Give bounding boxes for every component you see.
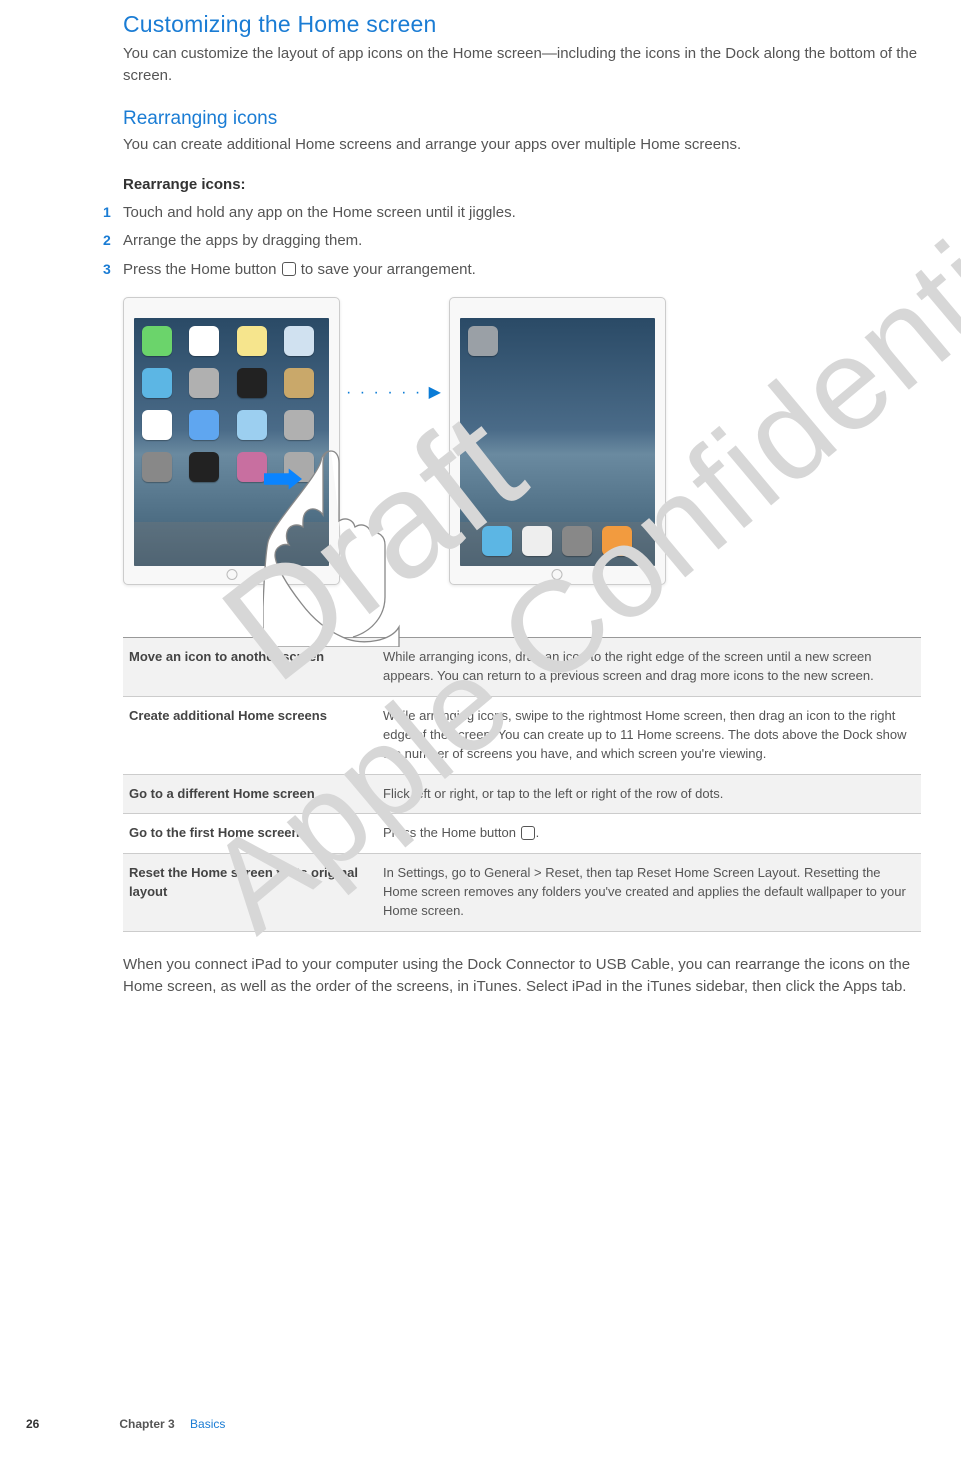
page-number: 26 bbox=[26, 1416, 116, 1433]
table-row: Create additional Home screensWhile arra… bbox=[123, 697, 921, 775]
table-key: Reset the Home screen to its original la… bbox=[123, 854, 377, 932]
home-button-icon bbox=[282, 262, 296, 276]
table-value: While arranging icons, swipe to the righ… bbox=[377, 697, 921, 775]
table-value: Flick left or right, or tap to the left … bbox=[377, 774, 921, 814]
table-key: Go to a different Home screen bbox=[123, 774, 377, 814]
table-value: In Settings, go to General > Reset, then… bbox=[377, 854, 921, 932]
step-1-text: Touch and hold any app on the Home scree… bbox=[123, 204, 516, 221]
page-footer: 26 Chapter 3 Basics bbox=[26, 1416, 846, 1433]
paragraph-after-table: When you connect iPad to your computer u… bbox=[123, 954, 921, 998]
chapter-label: Chapter 3 bbox=[119, 1417, 174, 1431]
table-key: Create additional Home screens bbox=[123, 697, 377, 775]
table-row: Go to the first Home screenPress the Hom… bbox=[123, 814, 921, 854]
table-key: Go to the first Home screen bbox=[123, 814, 377, 854]
step-2: 2Arrange the apps by dragging them. bbox=[123, 230, 921, 253]
ipad-right bbox=[449, 297, 666, 585]
table-row: Go to a different Home screenFlick left … bbox=[123, 774, 921, 814]
body-customizing: You can customize the layout of app icon… bbox=[123, 43, 921, 87]
table-value: Press the Home button . bbox=[377, 814, 921, 854]
step-1: 1Touch and hold any app on the Home scre… bbox=[123, 202, 921, 225]
table-row: Move an icon to another screenWhile arra… bbox=[123, 638, 921, 697]
ipad-left bbox=[123, 297, 340, 585]
steps-label: Rearrange icons: bbox=[123, 174, 921, 196]
heading-rearranging: Rearranging icons bbox=[123, 105, 921, 133]
table-value: While arranging icons, drag an icon to t… bbox=[377, 638, 921, 697]
dotted-arrow-icon: · · · · · · ▶ bbox=[346, 381, 443, 404]
figure-rearrange: · · · · · · ▶ bbox=[123, 297, 921, 607]
step-num-3: 3 bbox=[103, 259, 111, 280]
step-num-2: 2 bbox=[103, 230, 111, 251]
features-table: Move an icon to another screenWhile arra… bbox=[123, 637, 921, 931]
step-2-text: Arrange the apps by dragging them. bbox=[123, 232, 362, 249]
body-rearranging: You can create additional Home screens a… bbox=[123, 134, 921, 156]
home-button-icon bbox=[521, 826, 535, 840]
step-3: 3Press the Home button to save your arra… bbox=[123, 259, 921, 282]
chapter-name: Basics bbox=[190, 1417, 225, 1431]
step-num-1: 1 bbox=[103, 202, 111, 223]
table-key: Move an icon to another screen bbox=[123, 638, 377, 697]
drag-arrow-icon bbox=[264, 468, 302, 490]
heading-customizing: Customizing the Home screen bbox=[123, 8, 921, 41]
table-row: Reset the Home screen to its original la… bbox=[123, 854, 921, 932]
steps-list: 1Touch and hold any app on the Home scre… bbox=[123, 202, 921, 282]
